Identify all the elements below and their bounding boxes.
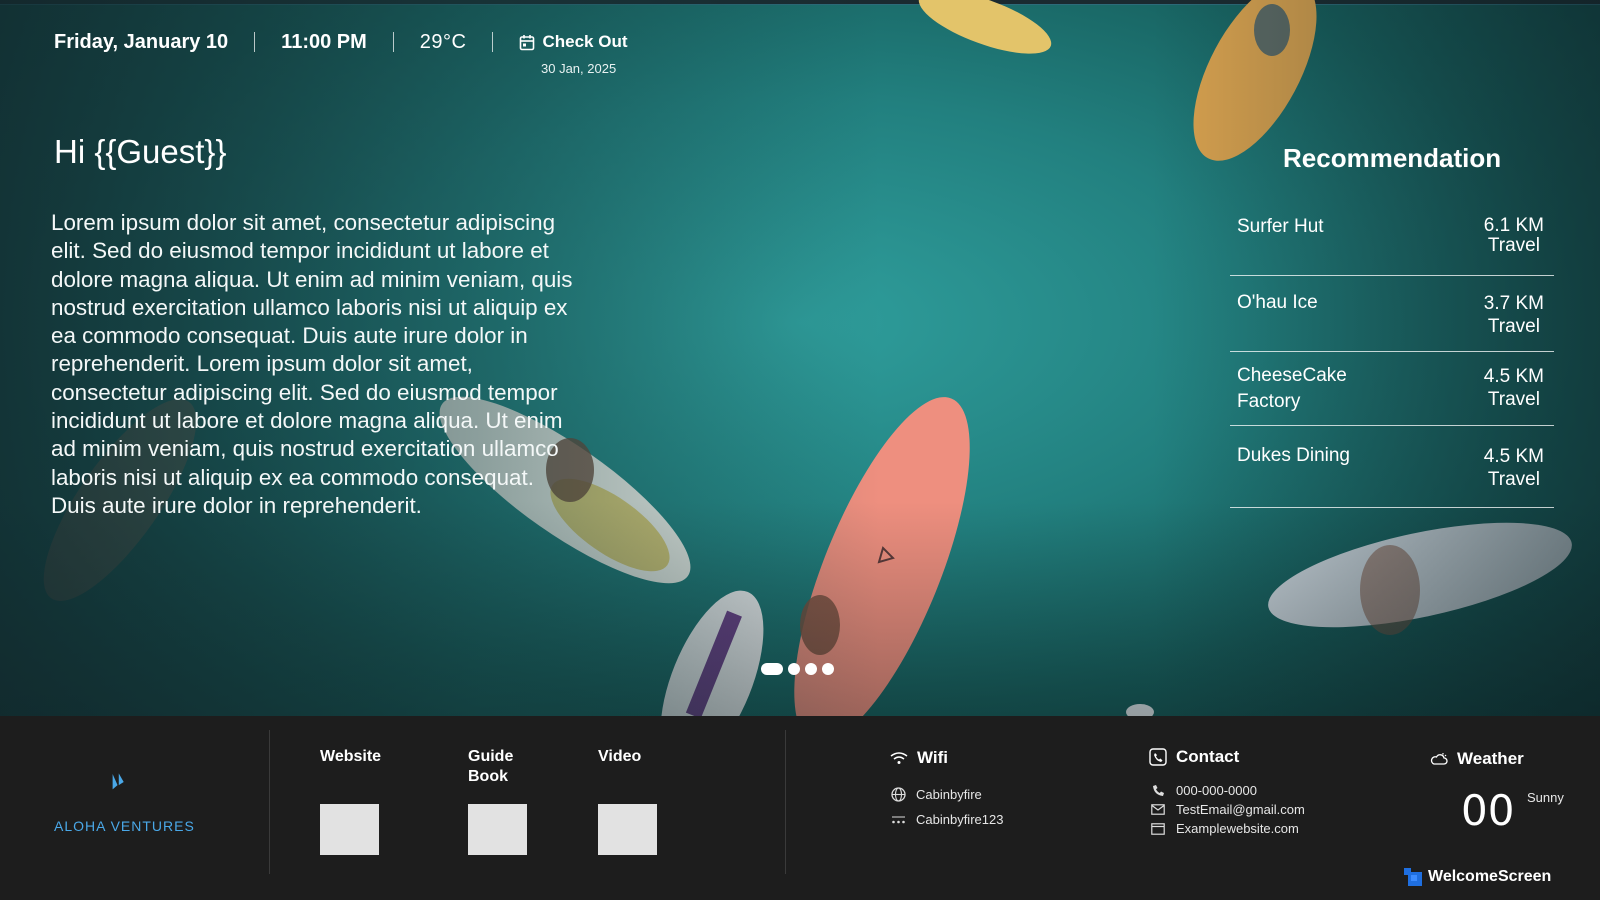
video-qr-code[interactable]: [598, 804, 657, 855]
contact-website-row: Examplewebsite.com: [1150, 821, 1299, 836]
divider: [392, 32, 394, 52]
wifi-password: Cabinbyfire123: [916, 812, 1004, 827]
recommendation-list: Surfer Hut 6.1 KM Travel O'hau Ice 3.7 K…: [1230, 200, 1554, 508]
contact-phone-icon: [1149, 748, 1167, 766]
contact-phone-row: 000-000-0000: [1150, 783, 1257, 798]
current-date: Friday, January 10: [54, 30, 229, 53]
wifi-network-row: Cabinbyfire: [890, 787, 982, 802]
carousel-dot[interactable]: [822, 663, 834, 675]
logo-text: ALOHA VENTURES: [54, 818, 195, 834]
contact-phone[interactable]: 000-000-0000: [1176, 783, 1257, 798]
current-time: 11:00 PM: [281, 30, 367, 53]
carousel-dot-active[interactable]: [761, 663, 783, 675]
place-distance: 3.7 KM Travel: [1483, 293, 1544, 337]
footer-bar: [0, 716, 1600, 900]
recommendation-title: Recommendation: [1283, 143, 1502, 173]
status-bar: Friday, January 10 11:00 PM 29°C Check O…: [54, 30, 628, 54]
contact-website[interactable]: Examplewebsite.com: [1176, 821, 1299, 836]
phone-icon: [1150, 784, 1166, 797]
place-name: CheeseCake Factory: [1237, 365, 1347, 412]
password-icon: [890, 815, 906, 825]
cloud-sun-icon: [1430, 753, 1448, 765]
hero-section: Friday, January 10 11:00 PM 29°C Check O…: [0, 0, 1600, 716]
wifi-title: Wifi: [890, 748, 948, 768]
contact-title: Contact: [1149, 747, 1239, 767]
contact-email[interactable]: TestEmail@gmail.com: [1176, 802, 1305, 817]
wifi-network-name: Cabinbyfire: [916, 787, 982, 802]
place-name: Dukes Dining: [1237, 445, 1350, 466]
place-distance: 4.5 KM Travel: [1483, 366, 1544, 410]
wifi-icon: [890, 752, 908, 764]
recommendation-item[interactable]: Dukes Dining 4.5 KM Travel: [1230, 426, 1554, 508]
checkout-label: Check Out: [542, 32, 628, 51]
place-distance: 6.1 KM Travel: [1483, 215, 1544, 256]
contact-email-row: TestEmail@gmail.com: [1150, 802, 1305, 817]
place-name: Surfer Hut: [1237, 216, 1324, 237]
guide-book-qr-code[interactable]: [468, 804, 527, 855]
checkout-info: Check Out: [519, 32, 628, 52]
globe-icon: [890, 787, 906, 802]
recommendation-item[interactable]: CheeseCake Factory 4.5 KM Travel: [1230, 352, 1554, 426]
current-temperature: 29°C: [419, 30, 467, 53]
carousel-dot[interactable]: [788, 663, 800, 675]
footer-divider: [785, 730, 786, 874]
website-qr-code[interactable]: [320, 804, 379, 855]
wifi-password-row: Cabinbyfire123: [890, 812, 1003, 827]
checkout-date: 30 Jan, 2025: [541, 61, 617, 76]
welcomescreen-logo-icon: [1404, 868, 1422, 886]
weather-condition: Sunny: [1527, 790, 1564, 805]
carousel-dot[interactable]: [805, 663, 817, 675]
welcomescreen-brand: WelcomeScreen: [1404, 868, 1551, 886]
mail-icon: [1150, 804, 1166, 815]
brand-name: WelcomeScreen: [1428, 868, 1552, 885]
place-name: O'hau Ice: [1237, 292, 1318, 313]
guest-greeting: Hi {{Guest}}: [54, 133, 227, 170]
website-label: Website: [320, 748, 382, 765]
weather-temperature: 00: [1461, 786, 1515, 835]
aloha-ventures-logo-icon: [112, 773, 124, 790]
footer-divider: [269, 730, 270, 874]
video-label: Video: [598, 748, 642, 765]
weather-title: Weather: [1430, 749, 1524, 769]
recommendation-item[interactable]: O'hau Ice 3.7 KM Travel: [1230, 276, 1554, 352]
calendar-icon: [520, 34, 535, 50]
welcome-message: Lorem ipsum dolor sit amet, consectetur …: [51, 210, 573, 518]
carousel-pagination: [761, 663, 839, 675]
recommendation-item[interactable]: Surfer Hut 6.1 KM Travel: [1230, 200, 1554, 276]
browser-icon: [1150, 822, 1166, 835]
place-distance: 4.5 KM Travel: [1483, 446, 1544, 490]
divider: [254, 32, 256, 52]
divider: [492, 32, 494, 52]
guide-book-label: Guide Book: [468, 748, 514, 785]
